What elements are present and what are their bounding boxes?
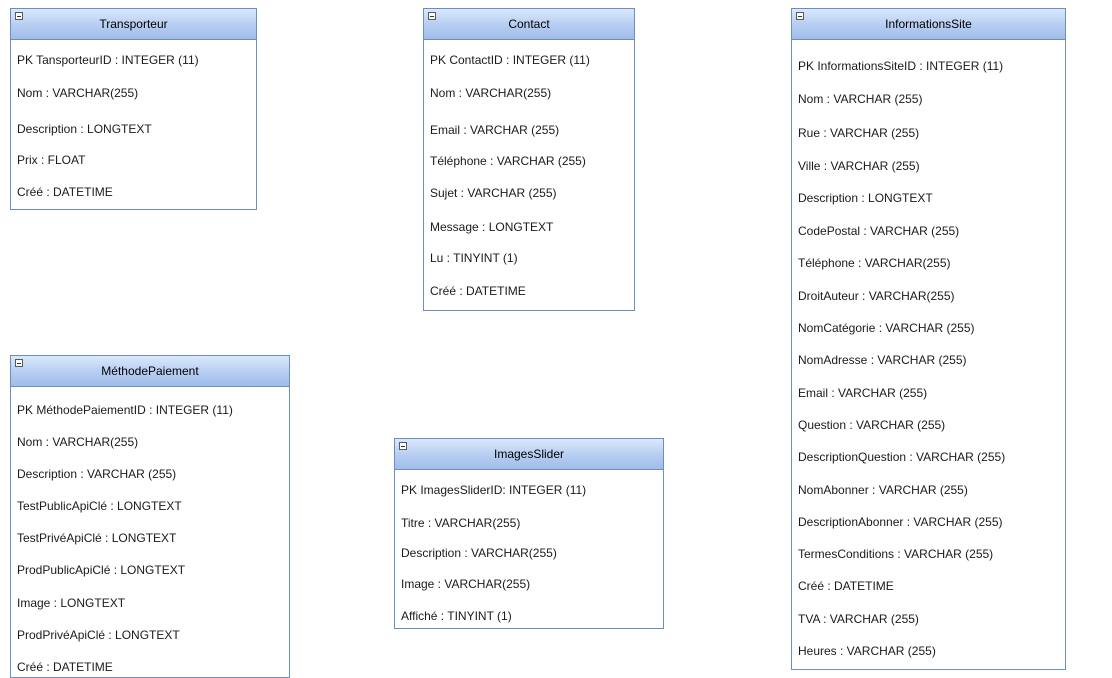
attribute: Description : VARCHAR(255) [401,546,557,560]
attribute: Nom : VARCHAR(255) [17,435,139,449]
attribute: Titre : VARCHAR(255) [401,516,521,530]
attribute: DroitAuteur : VARCHAR(255) [798,289,955,303]
collapse-icon[interactable] [399,442,407,450]
primary-key-attribute: PK MéthodePaiementID : INTEGER (11) [17,403,233,417]
attribute: TermesConditions : VARCHAR (255) [798,547,994,561]
entity-images-slider[interactable]: ImagesSlider PK ImagesSliderID: INTEGER … [394,438,664,629]
attribute: Nom : VARCHAR (255) [798,92,923,106]
collapse-icon[interactable] [796,12,804,20]
attribute: TestPrivéApiClé : LONGTEXT [17,531,177,545]
attribute: Description : VARCHAR (255) [17,467,177,481]
attribute: Image : LONGTEXT [17,596,126,610]
attribute: TestPublicApiClé : LONGTEXT [17,499,182,513]
attribute: NomAbonner : VARCHAR (255) [798,483,968,497]
entity-title: MéthodePaiement [101,364,199,378]
attribute: DescriptionQuestion : VARCHAR (255) [798,450,1006,464]
entity-contact[interactable]: Contact PK ContactID : INTEGER (11) Nom … [423,8,635,311]
attribute: Email : VARCHAR (255) [798,386,928,400]
attribute: Nom : VARCHAR(255) [430,86,552,100]
attribute: Créé : DATETIME [430,284,526,298]
entity-header[interactable]: Contact [424,9,634,40]
entity-title: Contact [508,17,550,31]
attribute: Nom : VARCHAR(255) [17,86,139,100]
entity-header[interactable]: Transporteur [11,9,256,40]
attribute: Créé : DATETIME [17,185,113,199]
attribute: Téléphone : VARCHAR (255) [430,154,586,168]
collapse-icon[interactable] [15,359,23,367]
attribute: ProdPublicApiClé : LONGTEXT [17,563,186,577]
attribute: NomAdresse : VARCHAR (255) [798,353,967,367]
attribute: Description : LONGTEXT [798,191,933,205]
collapse-icon[interactable] [15,12,23,20]
primary-key-attribute: PK TansporteurID : INTEGER (11) [17,53,199,67]
primary-key-attribute: PK InformationsSiteID : INTEGER (11) [798,59,1004,73]
attribute: Message : LONGTEXT [430,220,554,234]
primary-key-attribute: PK ImagesSliderID: INTEGER (11) [401,483,587,497]
attribute: TVA : VARCHAR (255) [798,612,919,626]
entity-title: ImagesSlider [493,447,565,461]
attribute: ProdPrivéApiClé : LONGTEXT [17,628,180,642]
entity-informations-site[interactable]: InformationsSite PK InformationsSiteID :… [791,8,1066,670]
attribute: Description : LONGTEXT [17,122,152,136]
attribute: Prix : FLOAT [17,153,86,167]
attribute: Rue : VARCHAR (255) [798,126,920,140]
attribute: Créé : DATETIME [798,579,894,593]
entity-header[interactable]: ImagesSlider [395,439,663,470]
attribute: Téléphone : VARCHAR(255) [798,256,951,270]
primary-key-attribute: PK ContactID : INTEGER (11) [430,53,590,67]
attribute: Lu : TINYINT (1) [430,251,518,265]
entity-methode-paiement[interactable]: MéthodePaiement PK MéthodePaiementID : I… [10,355,290,678]
attribute: Email : VARCHAR (255) [430,123,560,137]
attribute: Sujet : VARCHAR (255) [430,186,557,200]
attribute: DescriptionAbonner : VARCHAR (255) [798,515,1003,529]
attribute: Heures : VARCHAR (255) [798,644,936,658]
attribute: Question : VARCHAR (255) [798,418,946,432]
attribute: CodePostal : VARCHAR (255) [798,224,960,238]
entity-title: InformationsSite [885,17,972,31]
attribute: Image : VARCHAR(255) [401,577,531,591]
collapse-icon[interactable] [428,12,436,20]
entity-header[interactable]: InformationsSite [792,9,1065,40]
attribute: Affiché : TINYINT (1) [401,609,512,623]
entity-header[interactable]: MéthodePaiement [11,356,289,387]
entity-transporteur[interactable]: Transporteur PK TansporteurID : INTEGER … [10,8,257,210]
entity-title: Transporteur [99,17,168,31]
attribute: NomCatégorie : VARCHAR (255) [798,321,975,335]
attribute: Ville : VARCHAR (255) [798,159,920,173]
attribute: Créé : DATETIME [17,660,113,674]
